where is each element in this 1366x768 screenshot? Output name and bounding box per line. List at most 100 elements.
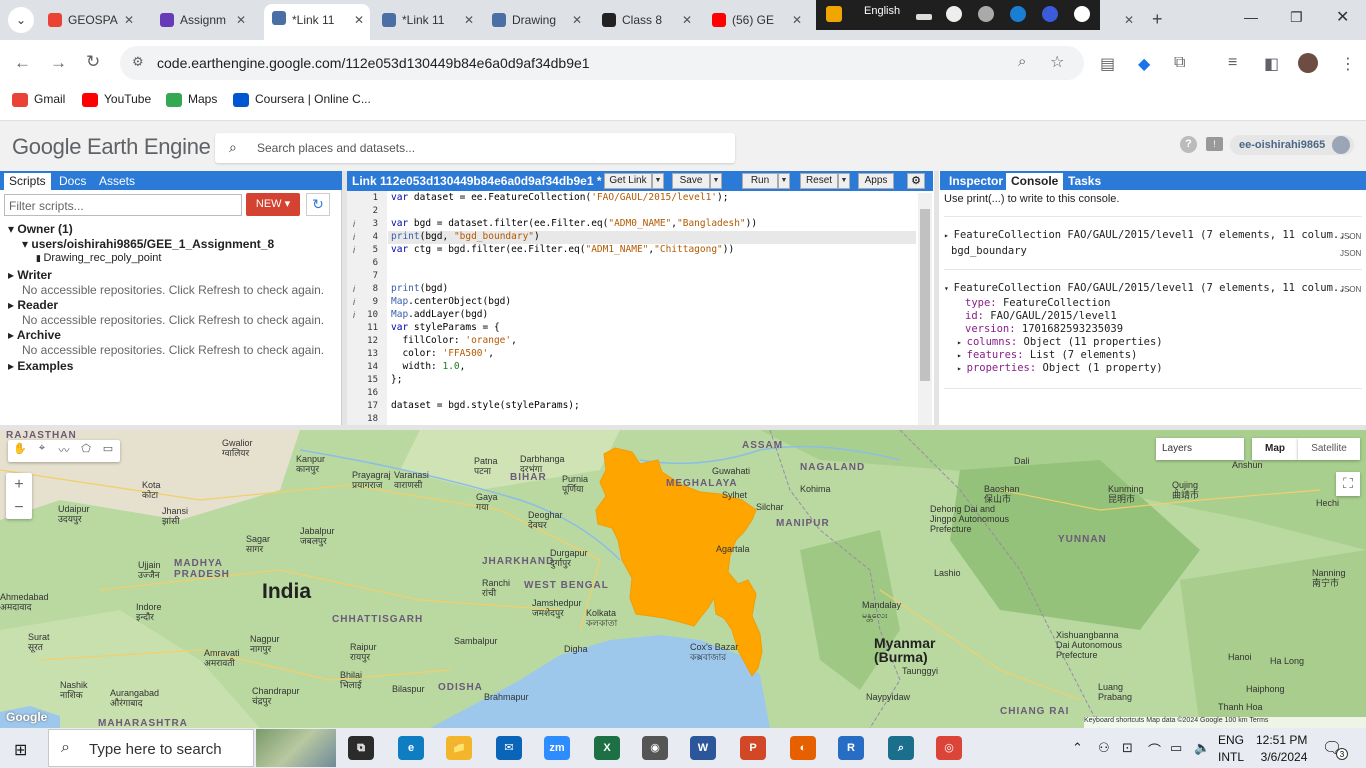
extensions-puzzle-icon[interactable]: ⧉ [1174, 54, 1185, 72]
tab-tasks[interactable]: Tasks [1063, 173, 1106, 190]
extension-icon[interactable]: ◆ [1138, 54, 1150, 74]
word-icon[interactable]: W [690, 736, 716, 760]
browser-tab[interactable]: Assignm ✕ [152, 6, 252, 34]
tray-app-icon[interactable]: ⚇ [1098, 740, 1110, 756]
back-button[interactable]: ← [14, 53, 31, 73]
chrome-menu-icon[interactable]: ⋮ [1340, 54, 1356, 74]
r-icon[interactable]: R [838, 736, 864, 760]
editor-settings-gear-icon[interactable]: ⚙ [907, 173, 925, 189]
console-entry-1[interactable]: ▸ FeatureCollection FAO/GAUL/2015/level1… [944, 229, 1352, 241]
draw-rectangle-icon[interactable]: ▭ [97, 442, 119, 460]
code-line[interactable]: print(bgd) [391, 283, 448, 294]
camera-icon[interactable]: ◉ [642, 736, 668, 760]
tray-app-icon-2[interactable]: ⊡ [1122, 740, 1133, 756]
gee-logo[interactable]: Google Earth Engine [12, 134, 211, 160]
close-window-button[interactable]: ✕ [1336, 7, 1349, 27]
draw-polygon-icon[interactable]: ⬠ [75, 442, 97, 460]
chrome-icon[interactable]: ◎ [936, 736, 962, 760]
code-line[interactable]: color: 'FFA500', [391, 348, 494, 359]
show-hidden-icons[interactable]: ⌃ [1072, 740, 1083, 756]
lint-info-icon[interactable]: i [353, 219, 355, 229]
tree-writer[interactable]: ▸ Writer [8, 268, 52, 282]
tree-owner[interactable]: ▾ Owner (1) [8, 222, 73, 236]
tree-examples[interactable]: ▸ Examples [8, 359, 73, 373]
browser-tab[interactable]: (56) GE ✕ [704, 6, 808, 34]
fullscreen-icon[interactable]: ⛶ [1336, 472, 1360, 496]
bookmark-item[interactable]: Maps [166, 92, 217, 107]
minimize-button[interactable]: — [1244, 9, 1258, 25]
close-tab-icon[interactable]: ✕ [464, 6, 474, 34]
browser-tab[interactable]: *Link 11 ✕ [264, 4, 370, 40]
get-link-dropdown[interactable]: ▼ [652, 173, 664, 189]
code-line[interactable]: var bgd = dataset.filter(ee.Filter.eq("A… [391, 218, 757, 229]
tab-console[interactable]: Console [1006, 173, 1064, 190]
json-button[interactable]: JSON [1340, 249, 1361, 258]
account-avatar-icon[interactable] [1332, 136, 1350, 154]
prop-features[interactable]: ▸ features: List (7 elements) [957, 349, 1137, 361]
code-line[interactable]: Map.centerObject(bgd) [391, 296, 511, 307]
caret-right-icon[interactable]: ▸ [957, 364, 967, 373]
ime-language-label[interactable]: English [864, 5, 900, 17]
prop-columns[interactable]: ▸ columns: Object (11 properties) [957, 336, 1163, 348]
new-tab-button[interactable]: + [1152, 9, 1163, 30]
reset-dropdown[interactable]: ▼ [838, 173, 850, 189]
media-control-icon[interactable]: ≡ [1228, 54, 1237, 72]
mail-icon[interactable]: ✉ [496, 736, 522, 760]
tab-search-button[interactable]: ⌄ [8, 7, 34, 33]
feedback-icon[interactable]: ! [1206, 137, 1223, 151]
apps-button[interactable]: Apps [858, 173, 894, 189]
edge-icon[interactable]: e [398, 736, 424, 760]
taskbar-search-box[interactable]: ⌕ Type here to search [48, 729, 254, 767]
editor-scrollbar[interactable] [918, 193, 932, 425]
json-button[interactable]: JSON [1340, 285, 1361, 294]
caret-right-icon[interactable]: ▸ [957, 338, 967, 347]
close-tab-icon[interactable]: ✕ [124, 6, 134, 34]
save-dropdown[interactable]: ▼ [710, 173, 722, 189]
caret-right-icon[interactable]: ▸ [944, 231, 954, 240]
tab-assets[interactable]: Assets [94, 173, 140, 190]
lint-info-icon[interactable]: i [353, 310, 355, 320]
close-tab-icon[interactable]: ✕ [792, 6, 802, 34]
code-line[interactable]: dataset = bgd.style(styleParams); [391, 400, 580, 411]
tab-inspector[interactable]: Inspector [944, 173, 1008, 190]
tab-docs[interactable]: Docs [54, 173, 91, 190]
tab-scripts[interactable]: Scripts [4, 173, 51, 190]
battery-icon[interactable]: ▭ [1170, 740, 1182, 756]
search-app-icon[interactable]: ⌕ [888, 736, 914, 760]
browser-tab[interactable]: GEOSPA ✕ [40, 6, 140, 34]
stylus-icon[interactable] [946, 6, 962, 22]
help-icon[interactable]: ? [1180, 136, 1197, 153]
prop-properties[interactable]: ▸ properties: Object (1 property) [957, 362, 1163, 374]
tree-archive[interactable]: ▸ Archive [8, 328, 61, 342]
new-script-button[interactable]: NEW ▾ [246, 193, 300, 216]
add-marker-icon[interactable]: ⌖ [31, 442, 53, 460]
filter-scripts-input[interactable]: Filter scripts... [4, 194, 242, 216]
zoom-icon[interactable]: zm [544, 736, 570, 760]
firefox-icon[interactable]: ◐ [790, 736, 816, 760]
lint-info-icon[interactable]: i [353, 245, 355, 255]
reset-button[interactable]: Reset [800, 173, 838, 189]
lint-info-icon[interactable]: i [353, 284, 355, 294]
forward-button[interactable]: → [50, 53, 67, 73]
wifi-icon[interactable]: ⌒ [1148, 740, 1161, 759]
scrollbar-thumb[interactable] [920, 209, 930, 381]
url-text[interactable]: code.earthengine.google.com/112e053d1304… [157, 55, 590, 71]
console-entry-2[interactable]: ▾ FeatureCollection FAO/GAUL/2015/level1… [944, 282, 1352, 294]
code-line[interactable]: var dataset = ee.FeatureCollection('FAO/… [391, 192, 729, 203]
windows-start-icon[interactable]: ⊞ [14, 740, 27, 760]
close-tab-icon[interactable]: ✕ [236, 6, 246, 34]
map-canvas[interactable]: RAJASTHAN Gwalior ग्वालियर Kanpur कानपुर Pr… [0, 430, 1366, 728]
file-explorer-icon[interactable]: 📁 [446, 736, 472, 760]
code-line[interactable]: }; [391, 374, 402, 385]
input-language[interactable]: ENG INTL [1218, 732, 1244, 766]
script-title[interactable]: Link 112e053d130449b84e6a0d9af34db9e1 * [352, 174, 602, 188]
task-view-icon[interactable]: ⧉ [348, 736, 374, 760]
code-line[interactable]: print(bgd, "bgd_boundary") [391, 231, 540, 242]
reload-button[interactable]: ↻ [86, 52, 100, 72]
caret-down-icon[interactable]: ▾ [944, 284, 954, 293]
info-icon[interactable] [1074, 6, 1090, 22]
side-panel-icon[interactable]: ◧ [1264, 54, 1279, 74]
excel-icon[interactable]: X [594, 736, 620, 760]
close-tab-icon[interactable]: ✕ [682, 6, 692, 34]
close-tab-icon[interactable]: ✕ [1124, 6, 1134, 34]
